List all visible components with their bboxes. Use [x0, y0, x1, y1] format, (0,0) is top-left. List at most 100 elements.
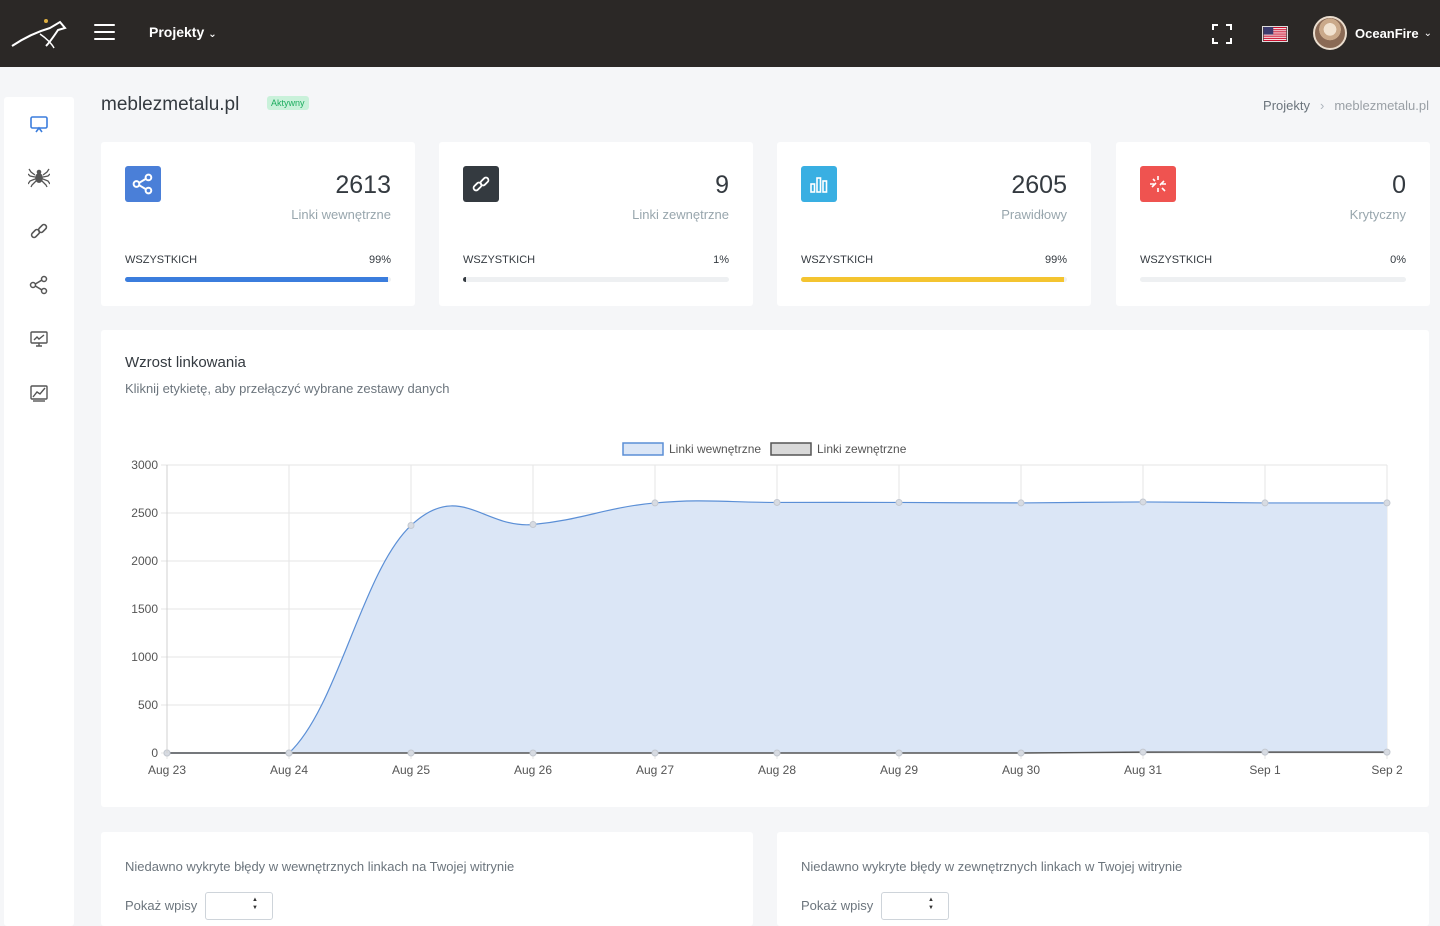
stat-label: Krytyczny — [1349, 207, 1406, 222]
show-entries-label: Pokaż wpisy — [801, 898, 874, 913]
sidebar — [4, 97, 74, 926]
stat-value: 9 — [715, 171, 729, 199]
y-tick-label: 1500 — [131, 602, 158, 616]
x-tick-label: Aug 24 — [270, 763, 308, 777]
legend-label[interactable]: Linki wewnętrzne — [669, 442, 761, 456]
data-point — [773, 749, 781, 757]
data-point — [1261, 748, 1269, 756]
avatar — [1313, 16, 1347, 50]
user-menu[interactable]: OceanFire ⌄ — [1313, 16, 1432, 50]
x-tick-label: Aug 29 — [880, 763, 918, 777]
stat-card-critical: 0 Krytyczny WSZYSTKICH 0% — [1116, 142, 1430, 306]
card-title: Niedawno wykryte błędy w wewnętrznych li… — [125, 859, 515, 874]
status-badge: Aktywny — [267, 96, 309, 110]
x-tick-label: Sep 1 — [1249, 763, 1281, 777]
stat-value: 2613 — [335, 171, 391, 199]
legend-swatch — [770, 442, 812, 456]
data-point — [773, 498, 781, 506]
stat-value: 2605 — [1011, 171, 1067, 199]
stat-all-label: WSZYSTKICH — [801, 254, 874, 266]
data-point — [1017, 499, 1025, 507]
data-point — [1261, 499, 1269, 507]
menu-toggle-button[interactable] — [94, 24, 115, 40]
stat-card-valid: 2605 Prawidłowy WSZYSTKICH 99% — [777, 142, 1091, 306]
y-tick-label: 2500 — [131, 506, 158, 520]
data-point — [407, 521, 415, 529]
stat-label: Prawidłowy — [1001, 207, 1067, 222]
stat-card-external-links: 9 Linki zewnętrzne WSZYSTKICH 1% — [439, 142, 753, 306]
bar-chart-icon — [801, 166, 837, 202]
projects-dropdown[interactable]: Projekty ⌄ — [149, 24, 217, 40]
data-point — [1383, 748, 1391, 756]
data-point — [529, 749, 537, 757]
stat-all-label: WSZYSTKICH — [463, 254, 536, 266]
link-icon[interactable] — [28, 220, 50, 242]
x-tick-label: Aug 30 — [1002, 763, 1040, 777]
stat-value: 0 — [1392, 171, 1406, 199]
data-point — [895, 498, 903, 506]
series-area — [167, 500, 1387, 753]
stat-label: Linki wewnętrzne — [291, 207, 391, 222]
logo[interactable] — [10, 16, 68, 50]
share-icon[interactable] — [28, 274, 50, 296]
progress-bar — [801, 277, 1067, 282]
page-title: meblezmetalu.pl — [101, 94, 240, 115]
link-icon — [463, 166, 499, 202]
line-chart: 0 500 1000 1500 2000 2500 3000 Aug 23 Aug 24 Aug … — [131, 442, 1403, 777]
internal-errors-card: Niedawno wykryte błędy w wewnętrznych li… — [101, 832, 753, 926]
card-title: Niedawno wykryte błędy w zewnętrznych li… — [801, 859, 1183, 874]
top-bar: Projekty ⌄ OceanFire ⌄ — [0, 0, 1440, 67]
external-errors-card: Niedawno wykryte błędy w zewnętrznych li… — [777, 832, 1429, 926]
y-tick-label: 2000 — [131, 554, 158, 568]
spider-icon[interactable] — [28, 166, 50, 188]
chevron-down-icon: ⌄ — [208, 29, 217, 40]
x-tick-label: Aug 26 — [514, 763, 552, 777]
data-point — [1383, 499, 1391, 507]
breadcrumb: Projekty › meblezmetalu.pl — [1263, 98, 1429, 113]
stat-percent: 1% — [713, 254, 729, 266]
y-tick-label: 500 — [138, 698, 158, 712]
data-point — [651, 749, 659, 757]
data-point — [529, 521, 537, 529]
stat-all-label: WSZYSTKICH — [1140, 254, 1213, 266]
broken-link-icon — [1140, 166, 1176, 202]
y-tick-label: 1000 — [131, 650, 158, 664]
fullscreen-icon[interactable] — [1212, 24, 1232, 44]
y-tick-label: 3000 — [131, 458, 158, 472]
chart-icon[interactable] — [28, 382, 50, 404]
stat-card-internal-links: 2613 Linki wewnętrzne WSZYSTKICH 99% — [101, 142, 415, 306]
legend-label[interactable]: Linki zewnętrzne — [817, 442, 907, 456]
y-tick-label: 0 — [151, 746, 158, 760]
user-name: OceanFire — [1355, 25, 1419, 41]
progress-bar — [463, 277, 729, 282]
stat-percent: 0% — [1390, 254, 1406, 266]
entries-select[interactable] — [881, 892, 949, 920]
x-tick-label: Aug 31 — [1124, 763, 1162, 777]
legend-swatch — [622, 442, 664, 456]
share-icon — [125, 166, 161, 202]
monitor-icon[interactable] — [28, 113, 50, 135]
chevron-down-icon: ⌄ — [1423, 27, 1432, 39]
data-point — [285, 749, 293, 757]
stat-all-label: WSZYSTKICH — [125, 254, 198, 266]
stat-percent: 99% — [1044, 254, 1067, 266]
data-point — [1017, 749, 1025, 757]
dashboard-icon[interactable] — [28, 328, 50, 350]
x-tick-label: Aug 28 — [758, 763, 796, 777]
breadcrumb-current: meblezmetalu.pl — [1334, 98, 1429, 113]
x-tick-label: Aug 25 — [392, 763, 430, 777]
entries-select[interactable] — [205, 892, 273, 920]
x-tick-label: Sep 2 — [1371, 763, 1403, 777]
progress-fill — [125, 277, 389, 282]
data-point — [651, 499, 659, 507]
breadcrumb-projects[interactable]: Projekty — [1263, 98, 1310, 113]
chart-card: Wzrost linkowania Kliknij etykietę, aby … — [101, 330, 1429, 807]
stat-percent: 99% — [368, 254, 391, 266]
projects-label: Projekty — [149, 24, 205, 40]
us-flag-icon[interactable] — [1262, 26, 1288, 42]
progress-bar — [1140, 277, 1406, 282]
x-tick-label: Aug 27 — [636, 763, 674, 777]
progress-bar — [125, 277, 391, 282]
stat-label: Linki zewnętrzne — [632, 207, 729, 222]
show-entries-label: Pokaż wpisy — [125, 898, 198, 913]
